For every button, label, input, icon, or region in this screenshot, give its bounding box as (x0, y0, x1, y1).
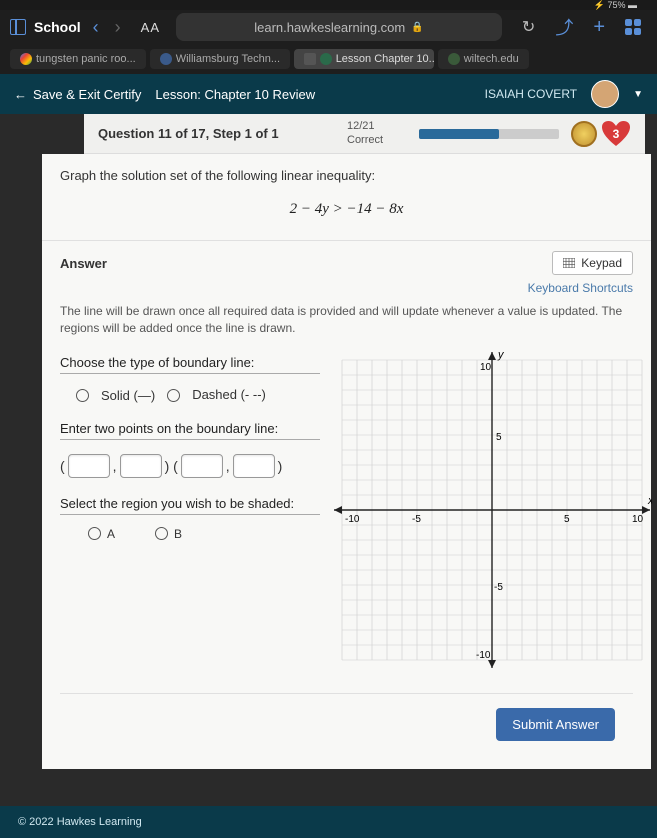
keypad-label: Keypad (581, 256, 622, 270)
progress-fill (419, 129, 499, 139)
coin-icon (571, 121, 597, 147)
favicon-icon (448, 53, 460, 65)
region-prompt: Select the region you wish to be shaded: (60, 496, 320, 515)
radio-dashed[interactable] (167, 389, 180, 402)
answer-instructions: The line will be drawn once all required… (60, 303, 633, 337)
region-b-label: B (174, 527, 182, 541)
answer-card: Answer Keypad Keyboard Shortcuts The lin… (42, 241, 651, 769)
radio-dashed-label: Dashed (- --) (192, 388, 266, 402)
favicon-icon (160, 53, 172, 65)
tick-label: -10 (345, 514, 360, 525)
lock-icon: 🔒 (411, 22, 423, 33)
footer: © 2022 Hawkes Learning (0, 806, 657, 838)
y-axis-label: y (497, 349, 505, 361)
problem-card: Graph the solution set of the following … (42, 154, 651, 241)
lives-heart: 3 (601, 121, 631, 147)
browser-tab[interactable]: wiltech.edu (438, 49, 529, 69)
problem-text: Graph the solution set of the following … (60, 168, 633, 183)
tab-text: tungsten panic roo... (36, 53, 136, 65)
browser-top-bar: School ‹ › AA learn.hawkeslearning.com 🔒… (0, 10, 657, 44)
text-size-button[interactable]: AA (141, 20, 160, 35)
point1-x-input[interactable] (68, 454, 110, 478)
tab-title: School (34, 19, 81, 35)
share-button[interactable]: ⤴ (555, 14, 573, 40)
url-bar[interactable]: learn.hawkeslearning.com 🔒 (176, 13, 502, 41)
url-text: learn.hawkeslearning.com (254, 20, 405, 35)
tab-text: wiltech.edu (464, 53, 519, 65)
points-inputs: (, ) ( , ) (60, 454, 320, 478)
tick-label: 5 (564, 514, 570, 525)
browser-tab[interactable]: Williamsburg Techn... (150, 49, 290, 69)
copyright: © 2022 Hawkes Learning (18, 816, 142, 828)
browser-tab[interactable]: Lesson Chapter 10... (294, 49, 434, 69)
keypad-icon (563, 258, 575, 268)
refresh-button[interactable]: ↻ (522, 17, 535, 37)
battery: ⚡ 75% ▬ (594, 0, 637, 10)
status-bar: ⚡ 75% ▬ (0, 0, 657, 10)
tabs-overview-button[interactable] (625, 19, 641, 35)
username: ISAIAH COVERT (485, 87, 577, 101)
keypad-button[interactable]: Keypad (552, 251, 633, 275)
favicon-icon (20, 53, 32, 65)
avatar[interactable] (591, 80, 619, 108)
score-block: 12/21 Correct (347, 120, 411, 146)
progress-bar (419, 129, 559, 139)
points-prompt: Enter two points on the boundary line: (60, 421, 320, 440)
submit-answer-button[interactable]: Submit Answer (496, 708, 615, 741)
radio-solid-label: Solid (—) (101, 388, 155, 403)
lives-count: 3 (613, 127, 620, 141)
back-button[interactable]: ‹ (89, 17, 103, 38)
question-number: Question 11 of 17, Step 1 of 1 (98, 126, 347, 141)
answer-heading: Answer (60, 256, 552, 271)
tick-label: 10 (480, 362, 492, 373)
forward-button[interactable]: › (111, 17, 125, 38)
point1-y-input[interactable] (120, 454, 162, 478)
region-a-label: A (107, 527, 115, 541)
question-bar: Question 11 of 17, Step 1 of 1 12/21 Cor… (84, 114, 645, 154)
lesson-title: Lesson: Chapter 10 Review (155, 87, 470, 102)
radio-region-a[interactable] (88, 527, 101, 540)
new-tab-button[interactable]: + (593, 16, 605, 39)
tick-label: -5 (494, 582, 503, 593)
sidebar-icon[interactable] (10, 19, 26, 35)
favicon-icon (320, 53, 332, 65)
save-exit-label: Save & Exit Certify (33, 87, 141, 102)
score-fraction: 12/21 (347, 120, 411, 133)
boundary-type-prompt: Choose the type of boundary line: (60, 355, 320, 374)
tick-label: 10 (632, 514, 644, 525)
tick-label: 5 (496, 432, 502, 443)
point2-x-input[interactable] (181, 454, 223, 478)
tab-text: Lesson Chapter 10... (336, 53, 434, 65)
score-label: Correct (347, 134, 411, 147)
radio-solid[interactable] (76, 389, 89, 402)
app-header: ← Save & Exit Certify Lesson: Chapter 10… (0, 74, 657, 114)
tick-label: -5 (412, 514, 421, 525)
tab-text: Williamsburg Techn... (176, 53, 280, 65)
coordinate-graph[interactable]: y x 10 5 -5 -10 -10 -5 5 10 (332, 345, 652, 675)
inequality-expression: 2 − 4y > −14 − 8x (60, 201, 633, 218)
answer-controls: Choose the type of boundary line: Solid … (60, 345, 320, 675)
save-exit-button[interactable]: ← Save & Exit Certify (14, 87, 141, 102)
radio-region-b[interactable] (155, 527, 168, 540)
close-icon[interactable] (304, 53, 316, 65)
keyboard-shortcuts-link[interactable]: Keyboard Shortcuts (60, 281, 633, 295)
user-dropdown-caret[interactable]: ▼ (633, 89, 643, 100)
submit-bar: Submit Answer (60, 693, 633, 755)
x-axis-label: x (647, 495, 652, 507)
browser-tab[interactable]: tungsten panic roo... (10, 49, 146, 69)
browser-tabs-row: tungsten panic roo... Williamsburg Techn… (0, 44, 657, 74)
point2-y-input[interactable] (233, 454, 275, 478)
tick-label: -10 (476, 650, 491, 661)
